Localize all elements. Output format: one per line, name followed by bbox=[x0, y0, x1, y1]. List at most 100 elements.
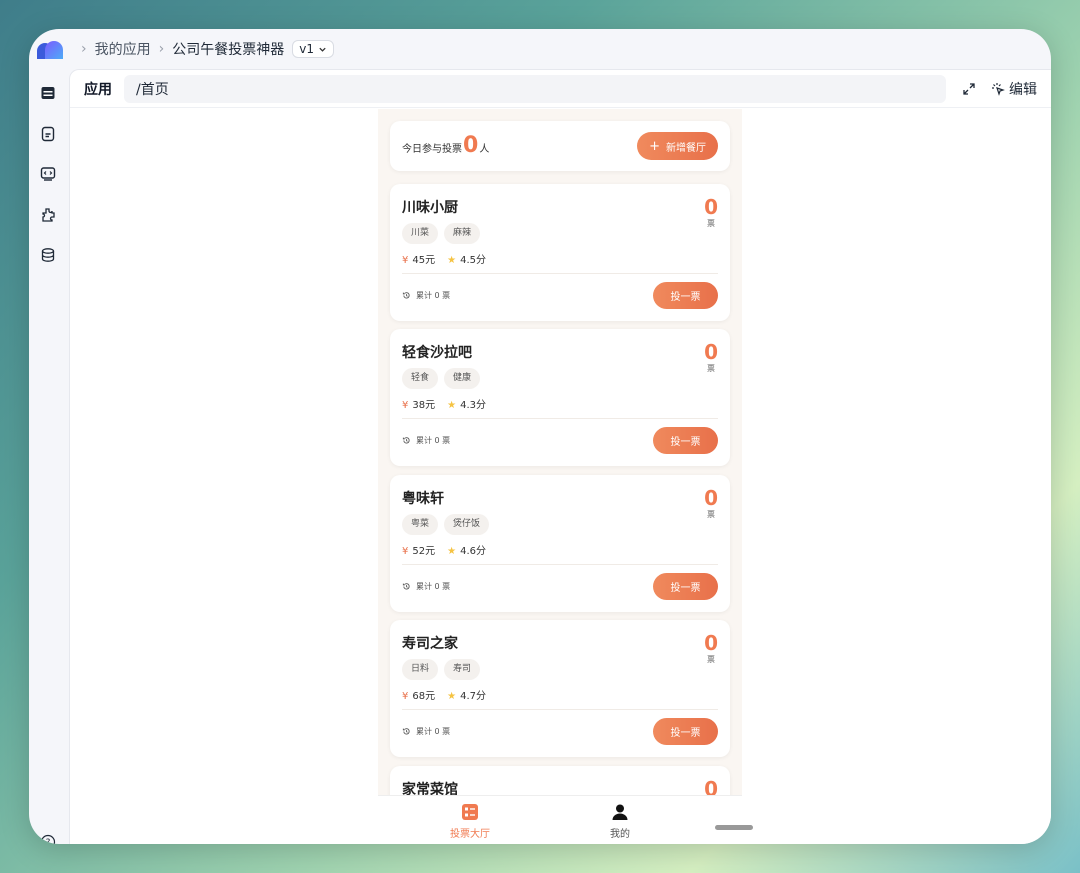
vote-count: 0票 bbox=[704, 633, 718, 665]
vote-unit: 票 bbox=[707, 219, 716, 228]
divider bbox=[402, 709, 718, 710]
restaurant-name: 寿司之家 bbox=[402, 636, 458, 652]
tag-list: 粤菜 煲仔饭 bbox=[402, 514, 490, 535]
vote-button[interactable]: 投一票 bbox=[653, 718, 718, 745]
divider bbox=[402, 273, 718, 274]
cuisine-tag: 日料 bbox=[402, 659, 439, 680]
yen-icon: ¥ bbox=[402, 255, 409, 266]
expand-icon[interactable] bbox=[963, 83, 975, 95]
chevron-down-icon bbox=[319, 47, 326, 52]
chevron-right-icon: › bbox=[81, 41, 87, 57]
add-restaurant-label: 新增餐厅 bbox=[666, 142, 706, 154]
restaurant-card: 川味小厨 0票 川菜 麻辣 ¥45元 ★ 4.5分 累计 0 票 投一票 bbox=[390, 184, 730, 321]
history-icon bbox=[402, 292, 410, 299]
vote-button[interactable]: 投一票 bbox=[653, 282, 718, 309]
price: 52元 bbox=[412, 546, 436, 557]
app-bar: 应用 /首页 编辑 bbox=[70, 70, 1051, 108]
price: 38元 bbox=[412, 400, 436, 411]
vote-unit: 票 bbox=[707, 655, 716, 664]
vote-count: 0票 bbox=[704, 342, 718, 374]
main-panel: 应用 /首页 编辑 今日参与投票 0 人 + 新增餐厅 川味小厨 0 票 川菜 … bbox=[69, 69, 1051, 844]
code-icon[interactable] bbox=[40, 166, 56, 182]
vote-number: 0 bbox=[704, 631, 718, 655]
vote-unit: 票 bbox=[707, 510, 716, 519]
user-icon bbox=[612, 804, 628, 820]
total-votes: 累计 0 票 bbox=[402, 581, 450, 592]
document-icon[interactable] bbox=[40, 126, 56, 142]
participant-count: 0 bbox=[463, 133, 479, 158]
restaurant-meta: ¥68元 ★ 4.7分 bbox=[402, 687, 486, 702]
version-select[interactable]: v1 bbox=[292, 40, 334, 58]
appbar-actions: 编辑 bbox=[963, 79, 1037, 99]
star-icon: ★ bbox=[447, 400, 457, 411]
restaurant-card: 轻食沙拉吧 0票 轻食 健康 ¥38元 ★ 4.3分 累计 0 票 投一票 bbox=[390, 329, 730, 466]
participant-prefix: 今日参与投票 bbox=[402, 144, 462, 155]
app-window: › 我的应用 › 公司午餐投票神器 v1 ? 应用 /首页 编辑 今日参与投票 … bbox=[29, 29, 1051, 844]
vote-number: 0 bbox=[704, 486, 718, 510]
star-icon: ★ bbox=[447, 691, 457, 702]
yen-icon: ¥ bbox=[402, 400, 409, 411]
cuisine-tag: 川菜 bbox=[402, 223, 439, 244]
restaurant-name: 粤味轩 bbox=[402, 491, 444, 507]
total-votes-text: 累计 0 票 bbox=[416, 291, 451, 300]
cuisine-tag: 煲仔饭 bbox=[444, 514, 490, 535]
history-icon bbox=[402, 437, 410, 444]
app-preview: 今日参与投票 0 人 + 新增餐厅 川味小厨 0票 川菜 麻辣 ¥45元 ★ 4.5分… bbox=[378, 109, 742, 795]
breadcrumb-app-name[interactable]: 公司午餐投票神器 bbox=[172, 39, 284, 59]
version-label: v1 bbox=[299, 42, 314, 56]
window-icon[interactable] bbox=[40, 85, 56, 101]
yen-icon: ¥ bbox=[402, 691, 409, 702]
total-votes-text: 累计 0 票 bbox=[416, 436, 451, 445]
logo-icon[interactable] bbox=[37, 39, 63, 59]
price: 68元 bbox=[412, 691, 436, 702]
vote-count: 0 bbox=[704, 779, 718, 795]
total-votes-text: 累计 0 票 bbox=[416, 582, 451, 591]
tag-list: 轻食 健康 bbox=[402, 368, 481, 389]
cuisine-tag: 麻辣 bbox=[444, 223, 481, 244]
chevron-right-icon: › bbox=[158, 41, 165, 57]
total-votes: 累计 0 票 bbox=[402, 435, 450, 446]
app-label: 应用 bbox=[84, 81, 112, 98]
edit-button[interactable]: 编辑 bbox=[991, 79, 1037, 99]
edit-label: 编辑 bbox=[1009, 82, 1037, 98]
tab-vote-hall[interactable]: 投票大厅 bbox=[440, 803, 500, 840]
restaurant-meta: ¥38元 ★ 4.3分 bbox=[402, 396, 486, 411]
svg-text:?: ? bbox=[46, 838, 51, 844]
restaurant-meta: ¥45元 ★ 4.5分 bbox=[402, 251, 486, 266]
path-field[interactable]: /首页 bbox=[124, 74, 946, 103]
tag-list: 日料 寿司 bbox=[402, 659, 481, 680]
home-indicator bbox=[715, 825, 753, 830]
history-icon bbox=[402, 728, 410, 735]
restaurant-card: 寿司之家 0票 日料 寿司 ¥68元 ★ 4.7分 累计 0 票 投一票 bbox=[390, 620, 730, 757]
vote-count: 0票 bbox=[704, 197, 718, 229]
breadcrumb-my-apps[interactable]: 我的应用 bbox=[95, 39, 151, 59]
vote-board-icon bbox=[462, 804, 478, 820]
rating: 4.7分 bbox=[460, 691, 486, 702]
star-icon: ★ bbox=[447, 546, 457, 557]
total-votes: 累计 0 票 bbox=[402, 290, 450, 301]
total-votes: 累计 0 票 bbox=[402, 726, 450, 737]
plugin-icon[interactable] bbox=[40, 207, 56, 223]
divider bbox=[402, 564, 718, 565]
sparkle-cursor-icon bbox=[992, 83, 1005, 96]
rating: 4.3分 bbox=[460, 400, 486, 411]
database-icon[interactable] bbox=[40, 247, 56, 263]
cuisine-tag: 粤菜 bbox=[402, 514, 439, 535]
cuisine-tag: 寿司 bbox=[444, 659, 481, 680]
bottom-tab-bar: 投票大厅 我的 bbox=[378, 795, 742, 844]
vote-button[interactable]: 投一票 bbox=[653, 427, 718, 454]
restaurant-name: 家常菜馆 bbox=[402, 782, 458, 795]
rating: 4.5分 bbox=[460, 255, 486, 266]
yen-icon: ¥ bbox=[402, 546, 409, 557]
vote-button[interactable]: 投一票 bbox=[653, 573, 718, 600]
restaurant-name: 川味小厨 bbox=[402, 200, 458, 216]
help-icon[interactable]: ? bbox=[40, 834, 56, 844]
cuisine-tag: 轻食 bbox=[402, 368, 439, 389]
tab-mine[interactable]: 我的 bbox=[590, 803, 650, 840]
tag-list: 川菜 麻辣 bbox=[402, 223, 481, 244]
restaurant-name: 轻食沙拉吧 bbox=[402, 345, 472, 361]
vote-number: 0 bbox=[704, 340, 718, 364]
tab-label: 投票大厅 bbox=[450, 829, 490, 840]
restaurant-card: 家常菜馆 0 bbox=[390, 766, 730, 795]
add-restaurant-button[interactable]: + 新增餐厅 bbox=[637, 132, 718, 160]
